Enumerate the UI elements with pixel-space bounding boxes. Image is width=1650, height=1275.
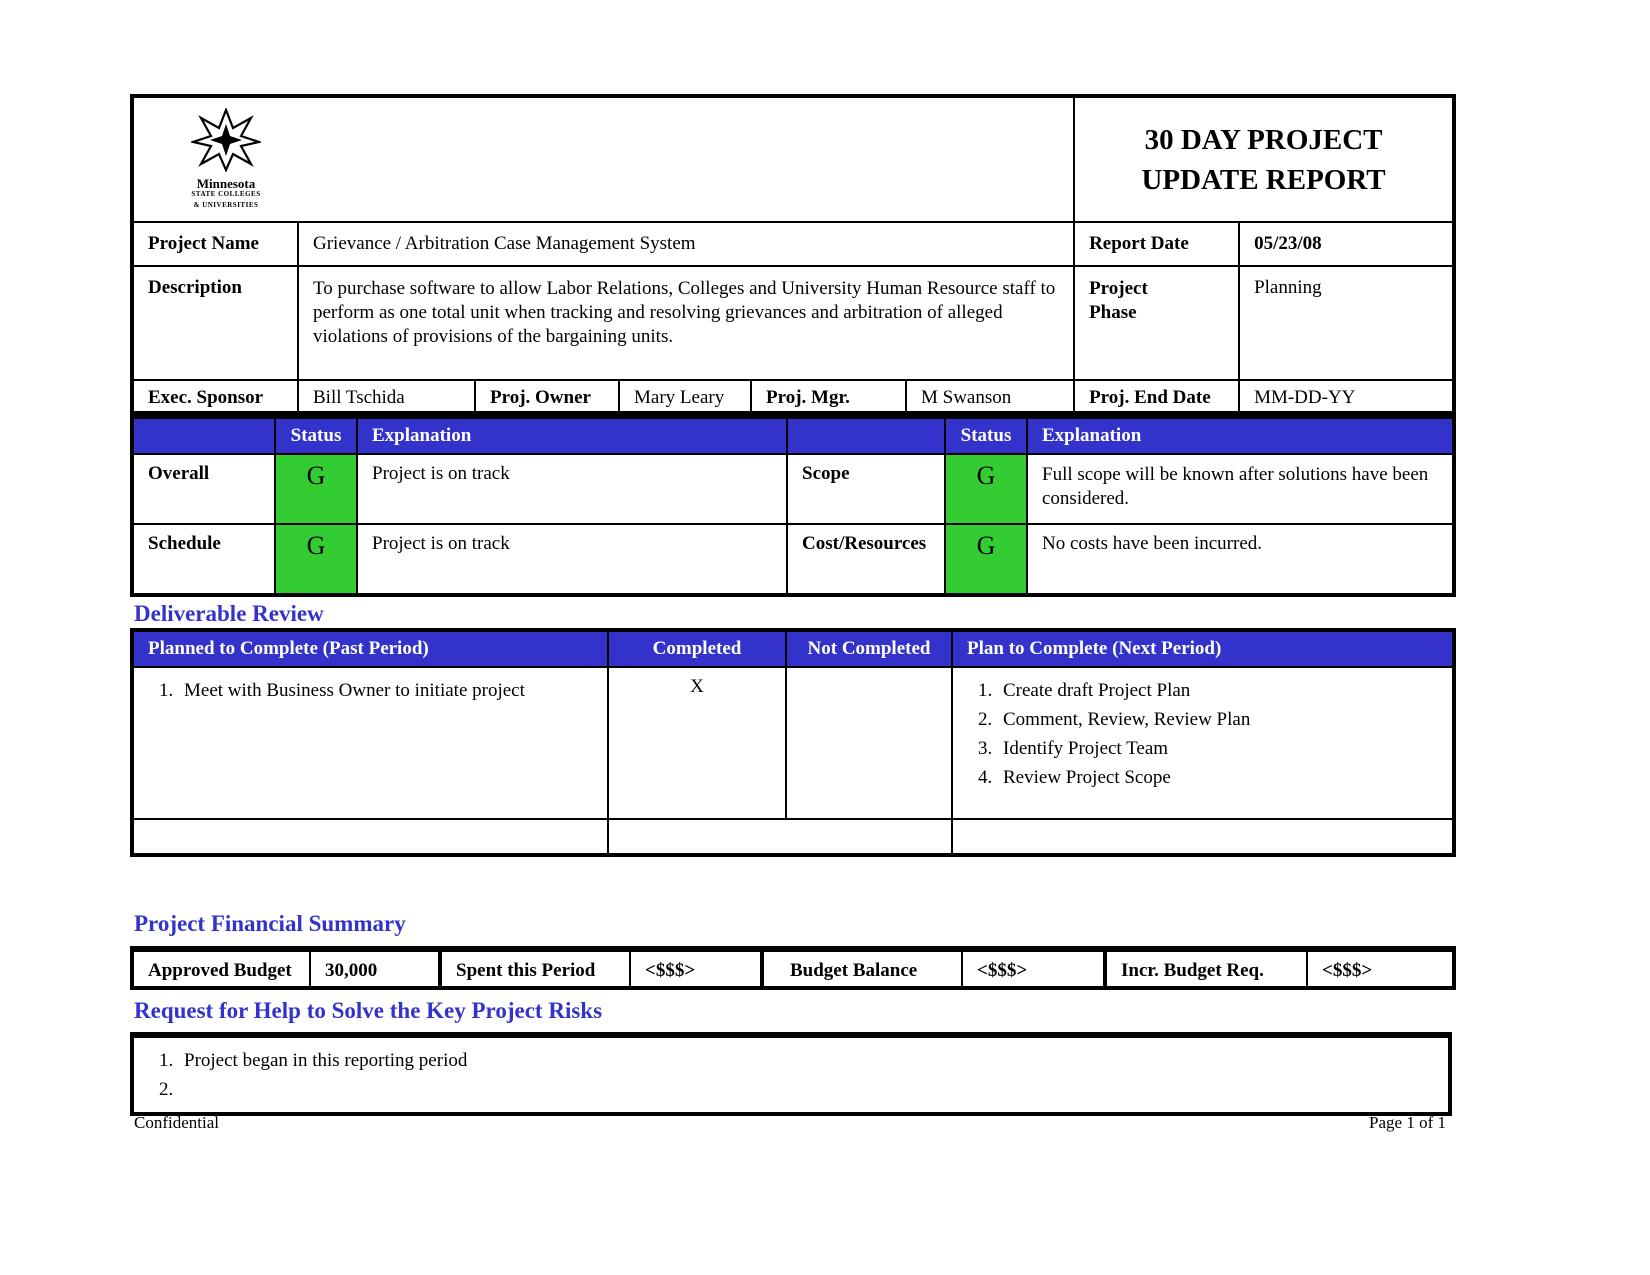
status-header-status: Status: [274, 416, 358, 455]
status-header-explanation: Explanation: [1026, 416, 1455, 455]
logo-text: Minnesota STATE COLLEGES & UNIVERSITIES: [166, 176, 286, 211]
logo-line-3: & UNIVERSITIES: [193, 201, 259, 209]
completed-mark: X: [607, 666, 787, 820]
project-phase-label-line-2: Phase: [1089, 302, 1137, 323]
proj-mgr-value: M Swanson: [904, 379, 1076, 414]
project-name-value: Grievance / Arbitration Case Management …: [296, 221, 1076, 267]
risks-list: Project began in this reporting period: [148, 1046, 1434, 1104]
not-completed-cell: [785, 666, 953, 820]
description-label: Description: [131, 265, 299, 381]
deliverable-row: Meet with Business Owner to initiate pro…: [131, 666, 1455, 820]
status-indicator-cost-resources: G: [944, 523, 1028, 596]
budget-balance-label: Budget Balance: [760, 948, 963, 989]
organization-logo: Minnesota STATE COLLEGES & UNIVERSITIES: [166, 106, 286, 211]
financial-row: Approved Budget 30,000 Spent this Period…: [131, 948, 1455, 989]
status-header-status: Status: [944, 416, 1028, 455]
logo-line-2: STATE COLLEGES: [191, 190, 261, 198]
header-plan-next: Plan to Complete (Next Period): [951, 629, 1455, 668]
exec-sponsor-value: Bill Tschida: [297, 379, 476, 414]
list-item: Comment, Review, Review Plan: [997, 705, 1438, 734]
empty-cell: [951, 818, 1455, 856]
past-period-list: Meet with Business Owner to initiate pro…: [148, 676, 593, 705]
status-label-cost-resources: Cost/Resources: [786, 523, 946, 596]
status-header-explanation: Explanation: [356, 416, 788, 455]
risks-title: Request for Help to Solve the Key Projec…: [134, 998, 603, 1023]
report-title: 30 DAY PROJECT UPDATE REPORT: [1073, 95, 1456, 223]
spent-period-value: <$$$>: [629, 948, 763, 989]
approved-budget-value: 30,000: [309, 948, 441, 989]
status-row: Overall G Project is on track Scope G Fu…: [131, 453, 1455, 525]
proj-owner-value: Mary Leary: [618, 379, 752, 414]
incr-budget-label: Incr. Budget Req.: [1103, 948, 1308, 989]
exec-sponsor-label: Exec. Sponsor: [131, 379, 299, 414]
status-indicator-scope: G: [944, 453, 1028, 525]
report-title-line-1: 30 DAY PROJECT: [1144, 123, 1383, 156]
proj-end-date-label: Proj. End Date: [1073, 379, 1241, 414]
list-item: Project began in this reporting period: [178, 1046, 1434, 1075]
empty-cell: [607, 818, 953, 856]
financial-summary-table: Approved Budget 30,000 Spent this Period…: [130, 946, 1456, 990]
star-emblem-icon: [188, 106, 264, 173]
status-label-schedule: Schedule: [131, 523, 276, 596]
deliverable-review-title: Deliverable Review: [134, 601, 324, 626]
past-period-list-cell: Meet with Business Owner to initiate pro…: [131, 666, 609, 820]
status-row: Schedule G Project is on track Cost/Reso…: [131, 523, 1455, 596]
status-header-blank: [131, 416, 276, 455]
next-period-list: Create draft Project Plan Comment, Revie…: [967, 676, 1438, 792]
list-item: Review Project Scope: [997, 763, 1438, 792]
list-item: [178, 1075, 1434, 1104]
deliverable-empty-row: [131, 818, 1455, 856]
description-value: To purchase software to allow Labor Rela…: [296, 265, 1076, 381]
spent-period-label: Spent this Period: [438, 948, 631, 989]
incr-budget-value: <$$$>: [1306, 948, 1455, 989]
header-completed: Completed: [607, 629, 787, 668]
project-name-label: Project Name: [131, 221, 299, 267]
list-item: Identify Project Team: [997, 734, 1438, 763]
status-indicator-schedule: G: [274, 523, 358, 596]
header-not-completed: Not Completed: [785, 629, 953, 668]
logo-cell: Minnesota STATE COLLEGES & UNIVERSITIES: [130, 95, 1076, 223]
status-explanation-scope: Full scope will be known after solutions…: [1026, 453, 1455, 525]
report-date-label: Report Date: [1073, 221, 1241, 267]
status-explanation-schedule: Project is on track: [356, 523, 788, 596]
deliverable-review-table: Planned to Complete (Past Period) Comple…: [130, 628, 1456, 857]
footer-page-number: Page 1 of 1: [1369, 1113, 1446, 1132]
next-period-list-cell: Create draft Project Plan Comment, Revie…: [951, 666, 1455, 820]
status-label-scope: Scope: [786, 453, 946, 525]
status-indicator-overall: G: [274, 453, 358, 525]
project-header-table: Minnesota STATE COLLEGES & UNIVERSITIES …: [130, 94, 1457, 415]
project-phase-label: Project Phase: [1073, 265, 1241, 381]
header-planned-past: Planned to Complete (Past Period): [131, 629, 609, 668]
report-title-line-2: UPDATE REPORT: [1141, 163, 1386, 196]
deliverable-header-row: Planned to Complete (Past Period) Comple…: [131, 629, 1455, 668]
footer-confidential: Confidential: [134, 1113, 219, 1132]
logo-org-name: Minnesota: [196, 176, 256, 191]
proj-mgr-label: Proj. Mgr.: [750, 379, 907, 414]
status-explanation-overall: Project is on track: [356, 453, 788, 525]
project-phase-value: Planning: [1238, 265, 1456, 381]
risks-list-cell: Project began in this reporting period: [132, 1035, 1450, 1114]
list-item: Create draft Project Plan: [997, 676, 1438, 705]
empty-cell: [131, 818, 609, 856]
status-label-overall: Overall: [131, 453, 276, 525]
status-header-row: Status Explanation Status Explanation: [131, 416, 1455, 455]
risks-table: Project began in this reporting period: [130, 1032, 1452, 1116]
proj-end-date-value: MM-DD-YY: [1238, 379, 1456, 414]
approved-budget-label: Approved Budget: [131, 948, 311, 989]
proj-owner-label: Proj. Owner: [474, 379, 620, 414]
financial-summary-title: Project Financial Summary: [134, 911, 406, 936]
report-date-value: 05/23/08: [1238, 221, 1456, 267]
list-item: Meet with Business Owner to initiate pro…: [178, 676, 593, 705]
status-table: Status Explanation Status Explanation Ov…: [130, 415, 1456, 597]
status-header-blank: [786, 416, 946, 455]
project-phase-label-line-1: Project: [1089, 278, 1148, 299]
status-explanation-cost-resources: No costs have been incurred.: [1026, 523, 1455, 596]
budget-balance-value: <$$$>: [961, 948, 1106, 989]
